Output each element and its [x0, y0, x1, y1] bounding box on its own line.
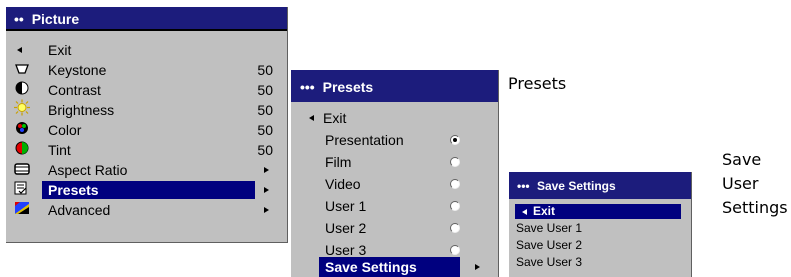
- aspect-ratio-icon: [14, 160, 30, 180]
- presets-caption: Presets: [508, 72, 566, 96]
- save-user-settings-caption: Save User Settings: [722, 148, 788, 220]
- menu-item-keystone[interactable]: Keystone 50: [6, 60, 287, 80]
- back-arrow-icon: [522, 208, 527, 215]
- picture-menu: •• Picture Exit Keystone 50 Contrast 50 …: [6, 7, 288, 243]
- menu-item-label: Keystone: [48, 62, 107, 78]
- menu-item-label: Advanced: [48, 202, 111, 218]
- menu-item-label: Save Settings: [325, 259, 417, 275]
- menu-item-label: Contrast: [48, 82, 101, 98]
- menu-item-aspect-ratio[interactable]: Aspect Ratio: [6, 160, 287, 180]
- menu-item-tint[interactable]: Tint 50: [6, 140, 287, 160]
- contrast-icon: [15, 80, 29, 100]
- radio-button[interactable]: [450, 245, 460, 255]
- save-user-3[interactable]: Save User 3: [509, 254, 691, 271]
- picture-menu-title: Picture: [31, 11, 80, 27]
- preset-film[interactable]: Film: [291, 151, 498, 173]
- menu-dots-icon: ••: [14, 11, 24, 27]
- back-arrow-icon: [17, 47, 22, 53]
- brightness-value: 50: [257, 102, 273, 118]
- keystone-value: 50: [257, 62, 273, 78]
- menu-item-label: Save User 2: [516, 238, 583, 252]
- menu-item-label: Save User 1: [516, 221, 583, 235]
- menu-item-presets[interactable]: Presets: [6, 180, 287, 200]
- menu-item-label: Exit: [48, 42, 72, 58]
- menu-item-label: Brightness: [48, 102, 115, 118]
- radio-button[interactable]: [450, 223, 460, 233]
- back-arrow-icon: [309, 115, 314, 121]
- menu-item-label: Save User 3: [516, 255, 583, 269]
- color-value: 50: [257, 122, 273, 138]
- preset-user-2[interactable]: User 2: [291, 217, 498, 239]
- menu-item-label: Color: [48, 122, 82, 138]
- save-user-1[interactable]: Save User 1: [509, 220, 691, 237]
- menu-item-label: Exit: [533, 204, 556, 218]
- menu-item-exit[interactable]: Exit: [6, 40, 287, 60]
- preset-presentation[interactable]: Presentation: [291, 129, 498, 151]
- save-settings-title-bar: ••• Save Settings: [509, 172, 691, 199]
- presets-highlight: Presets: [42, 181, 255, 199]
- save-settings-menu: ••• Save Settings Exit Save User 1 Save …: [509, 172, 692, 277]
- menu-item-color[interactable]: Color 50: [6, 120, 287, 140]
- menu-item-label: User 2: [325, 220, 367, 236]
- radio-button[interactable]: [450, 157, 460, 167]
- menu-item-label: Tint: [48, 142, 71, 158]
- menu-item-label: Video: [325, 176, 361, 192]
- menu-item-label: Film: [325, 154, 352, 170]
- presets-menu-title-bar: ••• Presets: [291, 70, 498, 102]
- radio-button[interactable]: [450, 201, 460, 211]
- caption-line: Save: [722, 150, 762, 169]
- save-user-2[interactable]: Save User 2: [509, 237, 691, 254]
- menu-dots-icon: •••: [517, 179, 530, 193]
- advanced-icon: [14, 200, 30, 220]
- submenu-arrow-icon: [264, 187, 269, 193]
- presets-caption-text: Presets: [508, 74, 567, 93]
- submenu-arrow-icon: [475, 264, 480, 270]
- submenu-arrow-icon: [264, 207, 269, 213]
- menu-item-contrast[interactable]: Contrast 50: [6, 80, 287, 100]
- exit-highlight: Exit: [515, 204, 681, 219]
- caption-line: Settings: [722, 198, 788, 217]
- radio-button[interactable]: [450, 179, 460, 189]
- tint-value: 50: [257, 142, 273, 158]
- preset-user-1[interactable]: User 1: [291, 195, 498, 217]
- menu-item-exit[interactable]: Exit: [509, 204, 691, 219]
- menu-item-label: Aspect Ratio: [48, 162, 128, 178]
- presets-menu: ••• Presets Exit Presentation Film Video…: [291, 70, 499, 277]
- presets-menu-title: Presets: [322, 79, 374, 95]
- menu-item-label: User 1: [325, 198, 367, 214]
- color-icon: [15, 120, 29, 140]
- save-settings-title: Save Settings: [536, 179, 616, 193]
- brightness-icon: [14, 99, 30, 121]
- menu-dots-icon: •••: [300, 79, 315, 95]
- contrast-value: 50: [257, 82, 273, 98]
- menu-item-brightness[interactable]: Brightness 50: [6, 99, 287, 121]
- menu-item-label: Exit: [323, 110, 347, 126]
- menu-item-label: Presets: [48, 182, 99, 198]
- save-settings-highlight: Save Settings: [319, 257, 460, 277]
- menu-item-label: Presentation: [325, 132, 404, 148]
- submenu-arrow-icon: [264, 167, 269, 173]
- preset-video[interactable]: Video: [291, 173, 498, 195]
- presets-icon: [14, 180, 28, 200]
- caption-line: User: [722, 174, 759, 193]
- tint-icon: [15, 140, 29, 160]
- menu-item-save-settings[interactable]: Save Settings: [291, 257, 498, 277]
- menu-item-advanced[interactable]: Advanced: [6, 200, 287, 220]
- menu-item-exit[interactable]: Exit: [291, 107, 498, 129]
- keystone-icon: [15, 60, 29, 80]
- picture-menu-title-bar: •• Picture: [6, 7, 287, 31]
- radio-button-checked[interactable]: [450, 135, 460, 145]
